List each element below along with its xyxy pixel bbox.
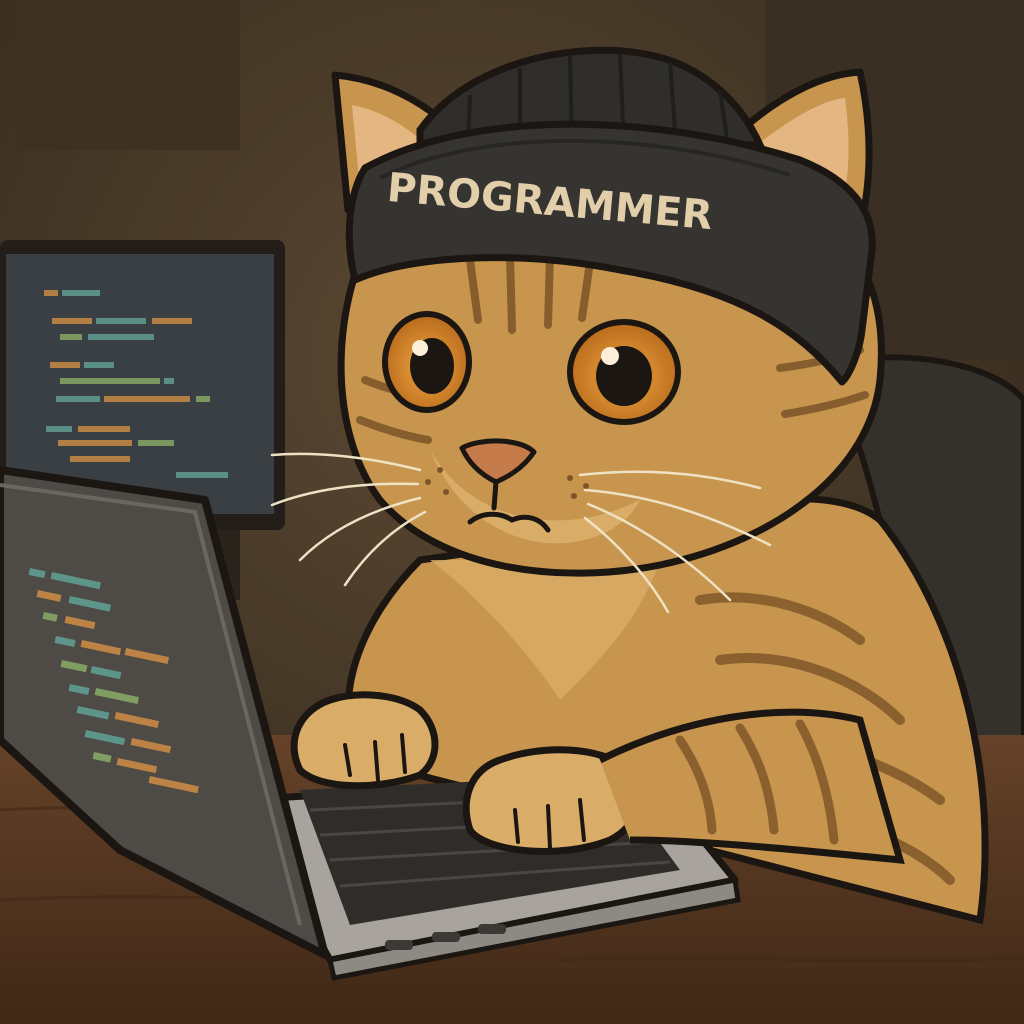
wall-picture-frame <box>18 0 240 150</box>
cat-left-paw <box>290 691 439 790</box>
illustration-scene: PROGRAMMER <box>0 0 1024 1024</box>
cat-left-eye <box>382 311 472 413</box>
cat-programmer-illustration: PROGRAMMER <box>0 0 1024 1024</box>
cat-right-eye <box>567 319 681 425</box>
